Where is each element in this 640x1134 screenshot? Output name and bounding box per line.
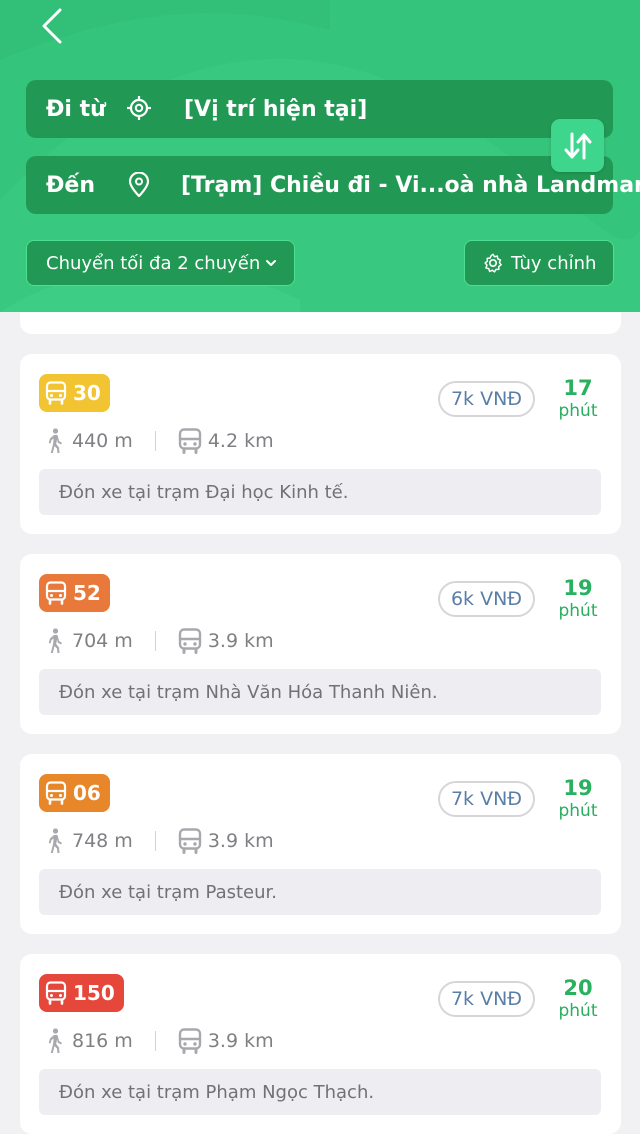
fare-pill: 6k VNĐ <box>438 581 535 617</box>
bus-icon <box>178 828 202 854</box>
from-label: Đi từ <box>46 96 106 122</box>
bus-number-badge: 52 <box>39 574 110 612</box>
route-card[interactable]: 06 748 m 3.9 km 7k VNĐ 19 phút Đón xe tạ… <box>20 754 621 934</box>
duration-value: 19 <box>563 776 593 800</box>
customize-label: Tùy chỉnh <box>511 252 597 274</box>
stats-divider <box>154 831 156 851</box>
route-search-header: Đi từ [Vị trí hiện tại] Đến [Trạm] Chiều… <box>0 0 640 312</box>
walk-distance: 816 m <box>72 1030 133 1052</box>
stats-divider <box>154 1031 156 1051</box>
duration-unit: phút <box>558 601 598 621</box>
route-card[interactable]: 150 816 m 3.9 km 7k VNĐ 20 phút Đón xe t… <box>20 954 621 1134</box>
walking-icon <box>48 828 62 853</box>
back-button[interactable] <box>36 4 72 44</box>
bus-icon <box>178 428 202 454</box>
stats-divider <box>154 631 156 651</box>
duration-value: 20 <box>563 976 593 1000</box>
duration-value: 19 <box>563 576 593 600</box>
bus-icon <box>178 628 202 654</box>
route-stats: 440 m 4.2 km <box>46 426 274 456</box>
walk-distance: 748 m <box>72 830 133 852</box>
bus-number-badge: 150 <box>39 974 124 1012</box>
chevron-down-icon <box>266 260 276 266</box>
walk-distance: 440 m <box>72 430 133 452</box>
bus-number: 52 <box>73 581 101 605</box>
route-stats: 816 m 3.9 km <box>46 1026 274 1056</box>
gear-icon <box>484 253 502 273</box>
duration: 20 phút <box>550 976 606 1022</box>
route-stats: 704 m 3.9 km <box>46 626 274 656</box>
walking-icon <box>48 628 62 653</box>
fare-pill: 7k VNĐ <box>438 381 535 417</box>
bus-number-badge: 06 <box>39 774 110 812</box>
map-pin-icon <box>128 172 150 198</box>
ride-distance: 3.9 km <box>207 630 274 652</box>
from-value: [Vị trí hiện tại] <box>184 96 368 122</box>
walk-distance: 704 m <box>72 630 133 652</box>
route-card[interactable]: 30 440 m 4.2 km 7k VNĐ 17 phút Đón xe tạ… <box>20 354 621 534</box>
bus-icon <box>45 381 67 405</box>
customize-button[interactable]: Tùy chỉnh <box>464 240 614 286</box>
duration: 19 phút <box>550 576 606 622</box>
walking-icon <box>48 428 62 453</box>
duration: 19 phút <box>550 776 606 822</box>
duration-unit: phút <box>558 401 598 421</box>
max-transfers-label: Chuyển tối đa 2 chuyến <box>46 252 261 274</box>
bus-icon <box>45 781 67 805</box>
swap-button[interactable] <box>551 119 604 172</box>
to-field[interactable]: Đến [Trạm] Chiều đi - Vi...oà nhà Landma… <box>26 156 640 214</box>
from-field[interactable]: Đi từ [Vị trí hiện tại] <box>26 80 613 138</box>
bus-number: 30 <box>73 381 101 405</box>
pickup-note: Đón xe tại trạm Đại học Kinh tế. <box>39 469 601 515</box>
to-label: Đến <box>46 172 96 198</box>
fare-pill: 7k VNĐ <box>438 981 535 1017</box>
route-stats: 748 m 3.9 km <box>46 826 274 856</box>
pickup-note: Đón xe tại trạm Nhà Văn Hóa Thanh Niên. <box>39 669 601 715</box>
pickup-note: Đón xe tại trạm Pasteur. <box>39 869 601 915</box>
duration-value: 17 <box>563 376 593 400</box>
duration-unit: phút <box>558 801 598 821</box>
max-transfers-dropdown[interactable]: Chuyển tối đa 2 chuyến <box>26 240 295 286</box>
to-value: [Trạm] Chiều đi - Vi...oà nhà Landmark 8… <box>181 172 640 198</box>
pickup-note: Đón xe tại trạm Phạm Ngọc Thạch. <box>39 1069 601 1115</box>
duration-unit: phút <box>558 1001 598 1021</box>
ride-distance: 3.9 km <box>207 1030 274 1052</box>
stats-divider <box>154 431 156 451</box>
bus-icon <box>178 1028 202 1054</box>
locate-icon <box>127 96 151 120</box>
duration: 17 phút <box>550 376 606 422</box>
bus-number-badge: 30 <box>39 374 110 412</box>
bus-number: 150 <box>73 981 115 1005</box>
ride-distance: 3.9 km <box>207 830 274 852</box>
bus-icon <box>45 981 67 1005</box>
ride-distance: 4.2 km <box>207 430 274 452</box>
route-card[interactable]: 52 704 m 3.9 km 6k VNĐ 19 phút Đón xe tạ… <box>20 554 621 734</box>
back-arrow-icon <box>42 8 62 44</box>
bus-icon <box>45 581 67 605</box>
fare-pill: 7k VNĐ <box>438 781 535 817</box>
bus-number: 06 <box>73 781 101 805</box>
walking-icon <box>48 1028 62 1053</box>
swap-icon <box>564 132 591 159</box>
